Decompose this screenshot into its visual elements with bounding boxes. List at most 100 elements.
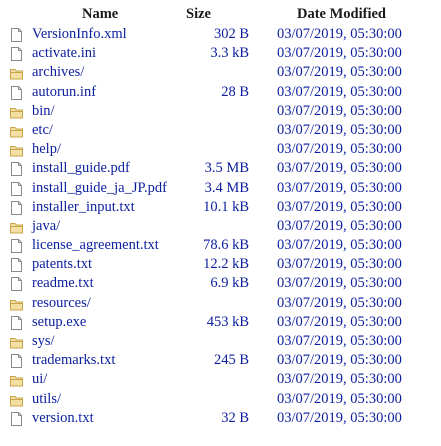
folder-icon (10, 66, 23, 80)
folder-icon (10, 297, 23, 311)
file-size: 78.6 kB (203, 237, 249, 254)
file-date-modified: 03/07/2019, 05:30:00 (277, 409, 402, 426)
folder-icon (10, 143, 23, 157)
file-row[interactable]: activate.ini 3.3 kB 03/07/2019, 05:30:00 (0, 45, 441, 64)
file-date-modified: 03/07/2019, 05:30:00 (277, 313, 402, 330)
file-icon (10, 315, 23, 330)
file-row[interactable]: sys/03/07/2019, 05:30:00 (0, 333, 441, 352)
file-date-modified: 03/07/2019, 05:30:00 (277, 102, 402, 119)
file-name-link[interactable]: readme.txt (32, 275, 94, 292)
file-name-link[interactable]: VersionInfo.xml (32, 26, 127, 43)
file-row[interactable]: install_guide.pdf 3.5 MB 03/07/2019, 05:30… (0, 160, 441, 179)
file-size: 32 B (221, 409, 249, 426)
file-size: 10.1 kB (203, 198, 249, 215)
file-name-link[interactable]: resources/ (32, 295, 91, 312)
file-row[interactable]: resources/03/07/2019, 05:30:00 (0, 295, 441, 314)
file-row[interactable]: installer_input.txt 10.1 kB 03/07/2019, 05… (0, 199, 441, 218)
file-date-modified: 03/07/2019, 05:30:00 (277, 371, 402, 388)
file-icon (10, 162, 23, 177)
file-row[interactable]: patents.txt 12.2 kB 03/07/2019, 05:30:00 (0, 256, 441, 275)
file-icon (10, 47, 23, 62)
file-icon (10, 258, 23, 273)
file-date-modified: 03/07/2019, 05:30:00 (277, 333, 402, 349)
file-size: 3.5 MB (204, 160, 249, 177)
folder-icon (10, 393, 23, 407)
file-icon (10, 239, 23, 254)
file-name-link[interactable]: patents.txt (32, 256, 92, 273)
file-row[interactable]: license_agreement.txt 78.6 kB 03/07/2019, … (0, 237, 441, 256)
file-name-link[interactable]: setup.exe (32, 314, 86, 331)
file-name-link[interactable]: license_agreement.txt (32, 237, 159, 254)
folder-icon (10, 335, 23, 349)
file-date-modified: 03/07/2019, 05:30:00 (277, 121, 402, 138)
file-date-modified: 03/07/2019, 05:30:00 (277, 45, 402, 62)
folder-icon (10, 124, 23, 138)
folder-icon (10, 220, 23, 234)
file-row[interactable]: ui/03/07/2019, 05:30:00 (0, 371, 441, 390)
file-icon (10, 411, 23, 426)
file-date-modified: 03/07/2019, 05:30:00 (277, 217, 402, 234)
file-row[interactable]: java/03/07/2019, 05:30:00 (0, 218, 441, 237)
file-date-modified: 03/07/2019, 05:30:00 (277, 275, 402, 292)
file-name-link[interactable]: version.txt (32, 410, 94, 427)
column-header-row: Name Size Date Modified (0, 6, 441, 24)
folder-icon (10, 373, 23, 387)
file-size: 245 B (213, 352, 249, 369)
file-name-link[interactable]: activate.ini (32, 45, 96, 62)
file-row[interactable]: setup.exe 453 kB 03/07/2019, 05:30:00 (0, 314, 441, 333)
file-name-link[interactable]: archives/ (32, 64, 84, 81)
file-date-modified: 03/07/2019, 05:30:00 (277, 256, 402, 273)
file-date-modified: 03/07/2019, 05:30:00 (277, 64, 402, 81)
file-name-link[interactable]: etc/ (32, 122, 53, 139)
file-name-link[interactable]: trademarks.txt (32, 352, 115, 369)
file-name-link[interactable]: utils/ (32, 391, 61, 408)
file-icon (10, 354, 23, 369)
file-icon (10, 200, 23, 215)
file-listing: VersionInfo.xml 302 B 03/07/2019, 05:30:00… (0, 26, 441, 429)
name-column-header[interactable]: Name (82, 6, 118, 23)
file-name-link[interactable]: sys/ (32, 333, 55, 350)
file-row[interactable]: autorun.inf 28 B 03/07/2019, 05:30:00 (0, 84, 441, 103)
file-row[interactable]: utils/03/07/2019, 05:30:00 (0, 391, 441, 410)
file-icon (10, 85, 23, 100)
folder-icon (10, 105, 23, 119)
file-row[interactable]: version.txt 32 B 03/07/2019, 05:30:00 (0, 410, 441, 429)
file-date-modified: 03/07/2019, 05:30:00 (277, 83, 402, 100)
file-date-modified: 03/07/2019, 05:30:00 (277, 141, 402, 158)
file-size: 6.9 kB (210, 275, 249, 292)
file-name-link[interactable]: bin/ (32, 103, 55, 120)
file-row[interactable]: readme.txt 6.9 kB 03/07/2019, 05:30:00 (0, 275, 441, 294)
file-icon (10, 28, 23, 42)
file-row[interactable]: VersionInfo.xml 302 B 03/07/2019, 05:30:00 (0, 26, 441, 45)
file-name-link[interactable]: ui/ (32, 371, 47, 388)
file-name-link[interactable]: install_guide_ja_JP.pdf (32, 180, 167, 197)
file-name-link[interactable]: install_guide.pdf (32, 160, 130, 177)
file-date-modified: 03/07/2019, 05:30:00 (277, 352, 402, 369)
file-icon (10, 181, 23, 196)
file-row[interactable]: bin/03/07/2019, 05:30:00 (0, 103, 441, 122)
file-date-modified: 03/07/2019, 05:30:00 (277, 179, 402, 196)
file-row[interactable]: install_guide_ja_JP.pdf 3.4 MB 03/07/2019,… (0, 180, 441, 199)
file-size: 453 kB (206, 313, 249, 330)
file-date-modified: 03/07/2019, 05:30:00 (277, 198, 402, 215)
file-size: 28 B (221, 83, 249, 100)
file-date-modified: 03/07/2019, 05:30:00 (277, 237, 402, 254)
file-row[interactable]: help/03/07/2019, 05:30:00 (0, 141, 441, 160)
file-name-link[interactable]: installer_input.txt (32, 199, 135, 216)
file-icon (10, 277, 23, 292)
file-size: 3.3 kB (210, 45, 249, 62)
file-row[interactable]: archives/03/07/2019, 05:30:00 (0, 64, 441, 83)
file-date-modified: 03/07/2019, 05:30:00 (277, 294, 402, 311)
size-column-header[interactable]: Size (186, 6, 211, 23)
file-row[interactable]: etc/03/07/2019, 05:30:00 (0, 122, 441, 141)
file-date-modified: 03/07/2019, 05:30:00 (277, 390, 402, 407)
file-row[interactable]: trademarks.txt 245 B 03/07/2019, 05:30:00 (0, 352, 441, 371)
file-name-link[interactable]: help/ (32, 141, 61, 158)
file-size: 302 B (213, 26, 249, 42)
file-name-link[interactable]: java/ (32, 218, 60, 235)
file-name-link[interactable]: autorun.inf (32, 84, 96, 101)
file-size: 12.2 kB (203, 256, 249, 273)
file-date-modified: 03/07/2019, 05:30:00 (277, 26, 402, 42)
file-date-modified: 03/07/2019, 05:30:00 (277, 160, 402, 177)
date-modified-column-header[interactable]: Date Modified (297, 6, 386, 23)
